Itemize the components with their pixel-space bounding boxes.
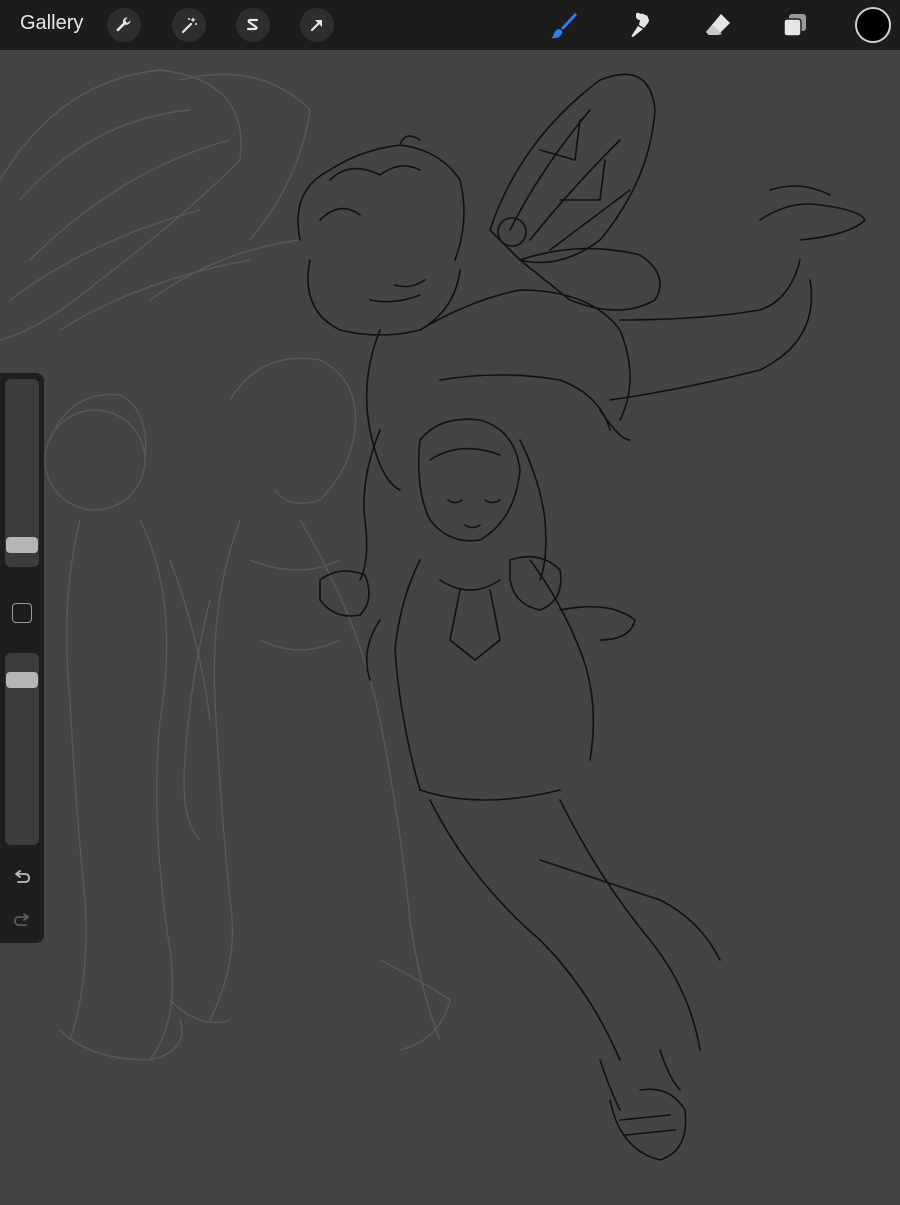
actions-button[interactable] [107, 8, 141, 42]
wrench-icon [116, 17, 131, 32]
smudge-tool-button[interactable] [621, 6, 659, 44]
transform-button[interactable] [300, 8, 334, 42]
adjustments-button[interactable] [172, 8, 206, 42]
undo-icon [15, 870, 30, 883]
opacity-thumb[interactable] [6, 672, 38, 689]
left-sidebar [0, 373, 44, 943]
drawing-canvas[interactable] [0, 50, 900, 1200]
eraser-icon [706, 14, 730, 35]
brush-tool-button[interactable] [545, 6, 583, 44]
magic-wand-icon [181, 17, 197, 34]
color-picker-button[interactable] [855, 7, 891, 43]
layers-icon [783, 14, 806, 37]
brush-icon [551, 13, 577, 39]
top-toolbar: Gallery [0, 0, 900, 50]
smudge-icon [631, 12, 649, 37]
redo-button[interactable] [9, 908, 35, 934]
arrow-icon [310, 19, 323, 32]
selection-button[interactable] [236, 8, 270, 42]
layers-button[interactable] [776, 6, 814, 44]
brush-size-slider[interactable] [5, 379, 39, 567]
line-art-layer [297, 73, 866, 1161]
gallery-button[interactable]: Gallery [20, 12, 83, 35]
redo-icon [14, 913, 29, 926]
undo-button[interactable] [9, 865, 35, 891]
brush-size-thumb[interactable] [6, 537, 38, 554]
opacity-slider[interactable] [5, 653, 39, 845]
selection-s-icon [246, 18, 259, 31]
artwork [0, 69, 866, 1161]
sketch-layer [0, 69, 451, 1061]
eraser-tool-button[interactable] [699, 6, 737, 44]
modify-button[interactable] [12, 603, 32, 623]
